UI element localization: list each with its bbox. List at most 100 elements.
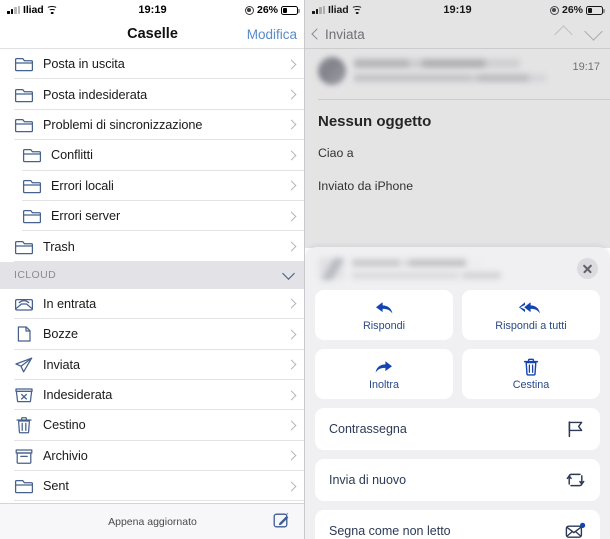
flag-button[interactable]: Contrassegna bbox=[315, 408, 600, 450]
mailbox-row-label: Posta indesiderata bbox=[43, 87, 148, 102]
mailbox-row[interactable]: Archivio bbox=[0, 441, 305, 472]
chevron-right-icon bbox=[286, 450, 297, 461]
battery-icon bbox=[586, 5, 605, 15]
mailbox-row[interactable]: Bozze bbox=[0, 319, 305, 350]
reply-all-button-label: Rispondi a tutti bbox=[495, 320, 567, 332]
panel-divider bbox=[304, 0, 305, 539]
row-divider bbox=[14, 500, 305, 502]
delete-button-label: Cestina bbox=[512, 379, 550, 391]
archive-box-icon bbox=[14, 447, 34, 465]
message-body-line-2: Inviato da iPhone bbox=[318, 179, 414, 194]
trash-icon bbox=[523, 357, 539, 377]
page-title: Caselle bbox=[127, 26, 178, 42]
clock-label: 19:19 bbox=[443, 4, 472, 16]
sender-redacted bbox=[354, 57, 572, 99]
folder-icon bbox=[14, 238, 34, 256]
edit-button[interactable]: Modifica bbox=[247, 27, 297, 42]
clock-label: 19:19 bbox=[138, 4, 167, 16]
mailbox-row-label: Errori server bbox=[51, 209, 121, 224]
action-sheet-header bbox=[315, 247, 600, 290]
unread-envelope-icon bbox=[565, 522, 586, 539]
mailbox-row-label: Errori locali bbox=[51, 178, 114, 193]
folder-icon bbox=[22, 207, 42, 225]
mailbox-row-label: Problemi di sincronizzazione bbox=[43, 117, 203, 132]
mark-unread-button[interactable]: Segna come non letto bbox=[315, 510, 600, 539]
chevron-right-icon bbox=[286, 180, 297, 191]
mailbox-row-label: Cestino bbox=[43, 418, 86, 433]
chevron-right-icon bbox=[286, 390, 297, 401]
mailbox-row[interactable]: Inviata bbox=[0, 350, 305, 380]
mailbox-row-label: Indesiderata bbox=[43, 388, 113, 403]
mailbox-row[interactable]: Conflitti bbox=[0, 140, 305, 171]
mailbox-row[interactable]: Problemi di sincronizzazione bbox=[0, 110, 305, 141]
mailbox-row-label: Archivio bbox=[43, 448, 88, 463]
mailbox-row[interactable]: Errori locali bbox=[0, 171, 305, 201]
message-body: Ciao a Inviato da iPhone bbox=[305, 130, 610, 196]
status-bar-left: Iliad 19:19 26% bbox=[0, 0, 305, 20]
folder-icon bbox=[14, 55, 34, 73]
mailbox-row-label: Sent bbox=[43, 479, 69, 494]
refresh-status-label: Appena aggiornato bbox=[108, 515, 197, 528]
mailbox-row-label: Posta in uscita bbox=[43, 57, 125, 72]
location-services-icon bbox=[244, 5, 254, 15]
mailbox-row[interactable]: Posta in uscita bbox=[0, 49, 305, 80]
reply-button-label: Rispondi bbox=[362, 320, 405, 332]
message-header[interactable]: 19:17 bbox=[305, 49, 610, 99]
delete-button[interactable]: Cestina bbox=[462, 349, 600, 399]
chevron-right-icon bbox=[286, 359, 297, 370]
chevron-right-icon bbox=[286, 481, 297, 492]
flag-button-label: Contrassegna bbox=[329, 422, 407, 436]
flag-icon bbox=[565, 420, 586, 439]
mailbox-row[interactable]: In entrata bbox=[0, 289, 305, 320]
folder-icon bbox=[14, 86, 34, 104]
resend-icon bbox=[565, 471, 586, 490]
reply-icon bbox=[374, 298, 394, 318]
reply-all-button[interactable]: Rispondi a tutti bbox=[462, 290, 600, 340]
mailbox-row[interactable]: Indesiderata bbox=[0, 380, 305, 411]
mailbox-row[interactable]: Cestino bbox=[0, 410, 305, 441]
left-phone-panel: Iliad 19:19 26% Caselle Modifica Posta i… bbox=[0, 0, 305, 539]
close-icon[interactable] bbox=[577, 258, 598, 279]
chevron-right-icon bbox=[286, 211, 297, 222]
mark-unread-button-label: Segna come non letto bbox=[329, 524, 451, 538]
folder-icon bbox=[14, 477, 34, 495]
mailbox-row-label: Inviata bbox=[43, 357, 81, 372]
chevron-down-icon[interactable] bbox=[282, 266, 295, 280]
trash-icon bbox=[14, 416, 34, 434]
chevron-down-icon[interactable] bbox=[584, 22, 603, 41]
mailbox-row-label: Trash bbox=[43, 239, 75, 254]
location-services-icon bbox=[549, 5, 559, 15]
action-row-2: Inoltra Cestina bbox=[315, 349, 600, 399]
chevron-right-icon bbox=[286, 89, 297, 100]
mailbox-list: Posta in uscita Posta indesiderata Probl… bbox=[0, 49, 305, 502]
chevron-right-icon bbox=[286, 329, 297, 340]
mailboxes-navbar: Caselle Modifica bbox=[0, 20, 305, 48]
mailbox-row[interactable]: Posta indesiderata bbox=[0, 79, 305, 110]
reply-button[interactable]: Rispondi bbox=[315, 290, 453, 340]
action-sheet: Rispondi Rispondi a tutti Inoltra Cestin… bbox=[305, 247, 610, 539]
chevron-up-icon[interactable] bbox=[554, 24, 573, 44]
message-body-line-1: Ciao a bbox=[318, 146, 354, 160]
back-button[interactable]: Inviata bbox=[311, 27, 365, 42]
section-header-icloud[interactable]: ICLOUD bbox=[0, 261, 305, 289]
compose-icon[interactable] bbox=[272, 510, 291, 534]
mailboxes-toolbar: Appena aggiornato bbox=[0, 503, 305, 539]
folder-icon bbox=[22, 146, 42, 164]
mailbox-row-label: In entrata bbox=[43, 296, 97, 311]
mailbox-row[interactable]: Trash bbox=[0, 231, 305, 262]
mailbox-row[interactable]: Errori server bbox=[0, 201, 305, 232]
chevron-right-icon bbox=[286, 59, 297, 70]
resend-button[interactable]: Invia di nuovo bbox=[315, 459, 600, 501]
mailbox-row-label: Conflitti bbox=[51, 148, 93, 163]
forward-button[interactable]: Inoltra bbox=[315, 349, 453, 399]
contact-redacted bbox=[352, 258, 577, 279]
right-phone-panel: Iliad 19:19 26% Inviata 19:17 Nessun ogg… bbox=[305, 0, 610, 539]
chevron-right-icon bbox=[286, 298, 297, 309]
mailbox-row[interactable]: Sent bbox=[0, 471, 305, 502]
chevron-right-icon bbox=[286, 120, 297, 130]
chevron-right-icon bbox=[286, 420, 297, 431]
message-nav-arrows bbox=[554, 22, 603, 44]
section-header-label: ICLOUD bbox=[14, 269, 57, 282]
avatar bbox=[318, 57, 346, 85]
chevron-right-icon bbox=[286, 241, 297, 252]
